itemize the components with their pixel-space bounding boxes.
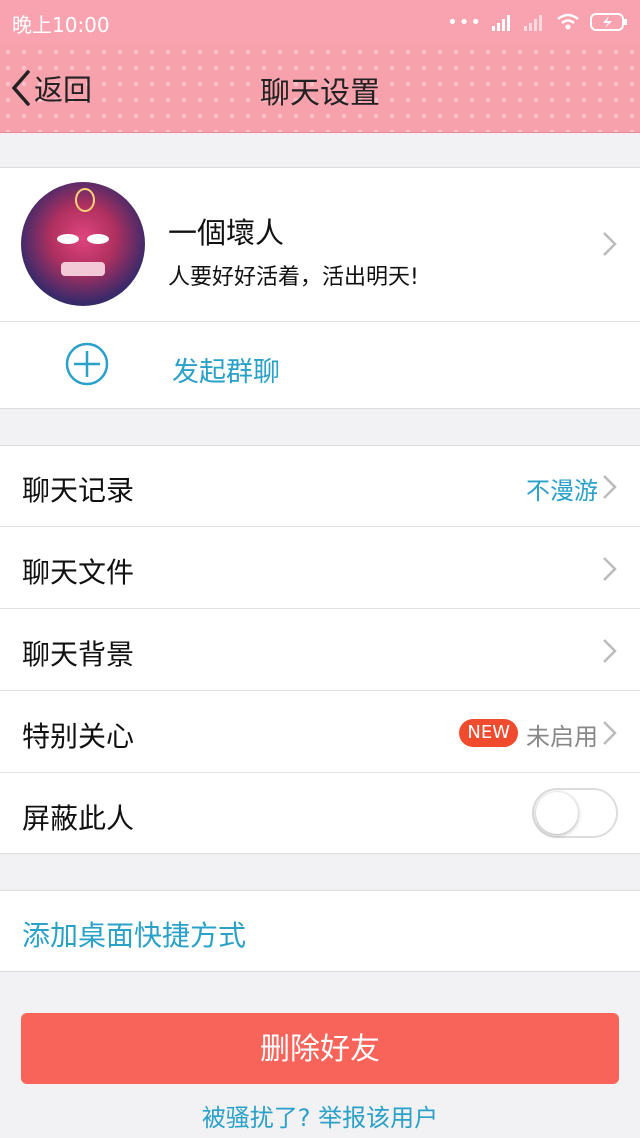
special-care-row[interactable]: 特别关心 NEW 未启用 xyxy=(0,692,640,773)
status-icons: ••• xyxy=(447,9,628,35)
settings-list: 聊天记录 不漫游 聊天文件 聊天背景 特别关心 NEW 未启用 屏蔽此人 xyxy=(0,445,640,854)
wifi-icon xyxy=(557,13,579,30)
chat-history-row[interactable]: 聊天记录 不漫游 xyxy=(0,446,640,527)
chevron-right-icon xyxy=(603,557,617,581)
signal-icon xyxy=(492,15,510,31)
row-value: 未启用 xyxy=(526,723,598,751)
nav-bar: 返回 聊天设置 xyxy=(0,44,640,133)
chevron-right-icon xyxy=(603,475,617,499)
contact-name: 一個壞人 xyxy=(168,216,285,250)
contact-signature: 人要好好活着，活出明天! xyxy=(168,265,419,290)
new-badge: NEW xyxy=(459,719,518,747)
chevron-right-icon xyxy=(603,721,617,745)
row-label: 屏蔽此人 xyxy=(22,802,135,835)
report-user-link[interactable]: 被骚扰了? 举报该用户 xyxy=(0,1098,640,1133)
row-label: 聊天背景 xyxy=(22,638,135,671)
shortcut-section[interactable]: 添加桌面快捷方式 xyxy=(0,890,640,972)
toggle-knob xyxy=(536,792,578,834)
more-dots-icon: ••• xyxy=(447,11,482,33)
chevron-right-icon xyxy=(603,232,617,256)
status-bar: 晚上10:00 ••• xyxy=(0,0,640,44)
row-label: 聊天文件 xyxy=(22,556,135,589)
delete-friend-button[interactable]: 删除好友 xyxy=(21,1013,619,1084)
page-title: 聊天设置 xyxy=(260,76,380,111)
status-time: 晚上10:00 xyxy=(12,13,110,37)
start-group-chat-button[interactable]: 发起群聊 xyxy=(0,322,640,408)
add-shortcut-label: 添加桌面快捷方式 xyxy=(22,919,247,952)
chat-background-row[interactable]: 聊天背景 xyxy=(0,610,640,691)
signal-weak-icon xyxy=(524,15,542,31)
avatar xyxy=(21,182,145,306)
battery-icon xyxy=(590,13,627,31)
group-chat-label: 发起群聊 xyxy=(172,357,280,388)
chevron-right-icon xyxy=(603,639,617,663)
block-user-row: 屏蔽此人 xyxy=(0,774,640,855)
profile-section: 一個壞人 人要好好活着，活出明天! 发起群聊 xyxy=(0,167,640,409)
row-label: 特别关心 xyxy=(22,720,135,753)
row-label: 聊天记录 xyxy=(22,474,135,507)
chat-files-row[interactable]: 聊天文件 xyxy=(0,528,640,609)
block-user-toggle[interactable] xyxy=(532,788,618,838)
profile-row[interactable]: 一個壞人 人要好好活着，活出明天! xyxy=(0,168,640,321)
row-value: 不漫游 xyxy=(526,477,598,505)
add-circle-icon xyxy=(65,342,109,386)
